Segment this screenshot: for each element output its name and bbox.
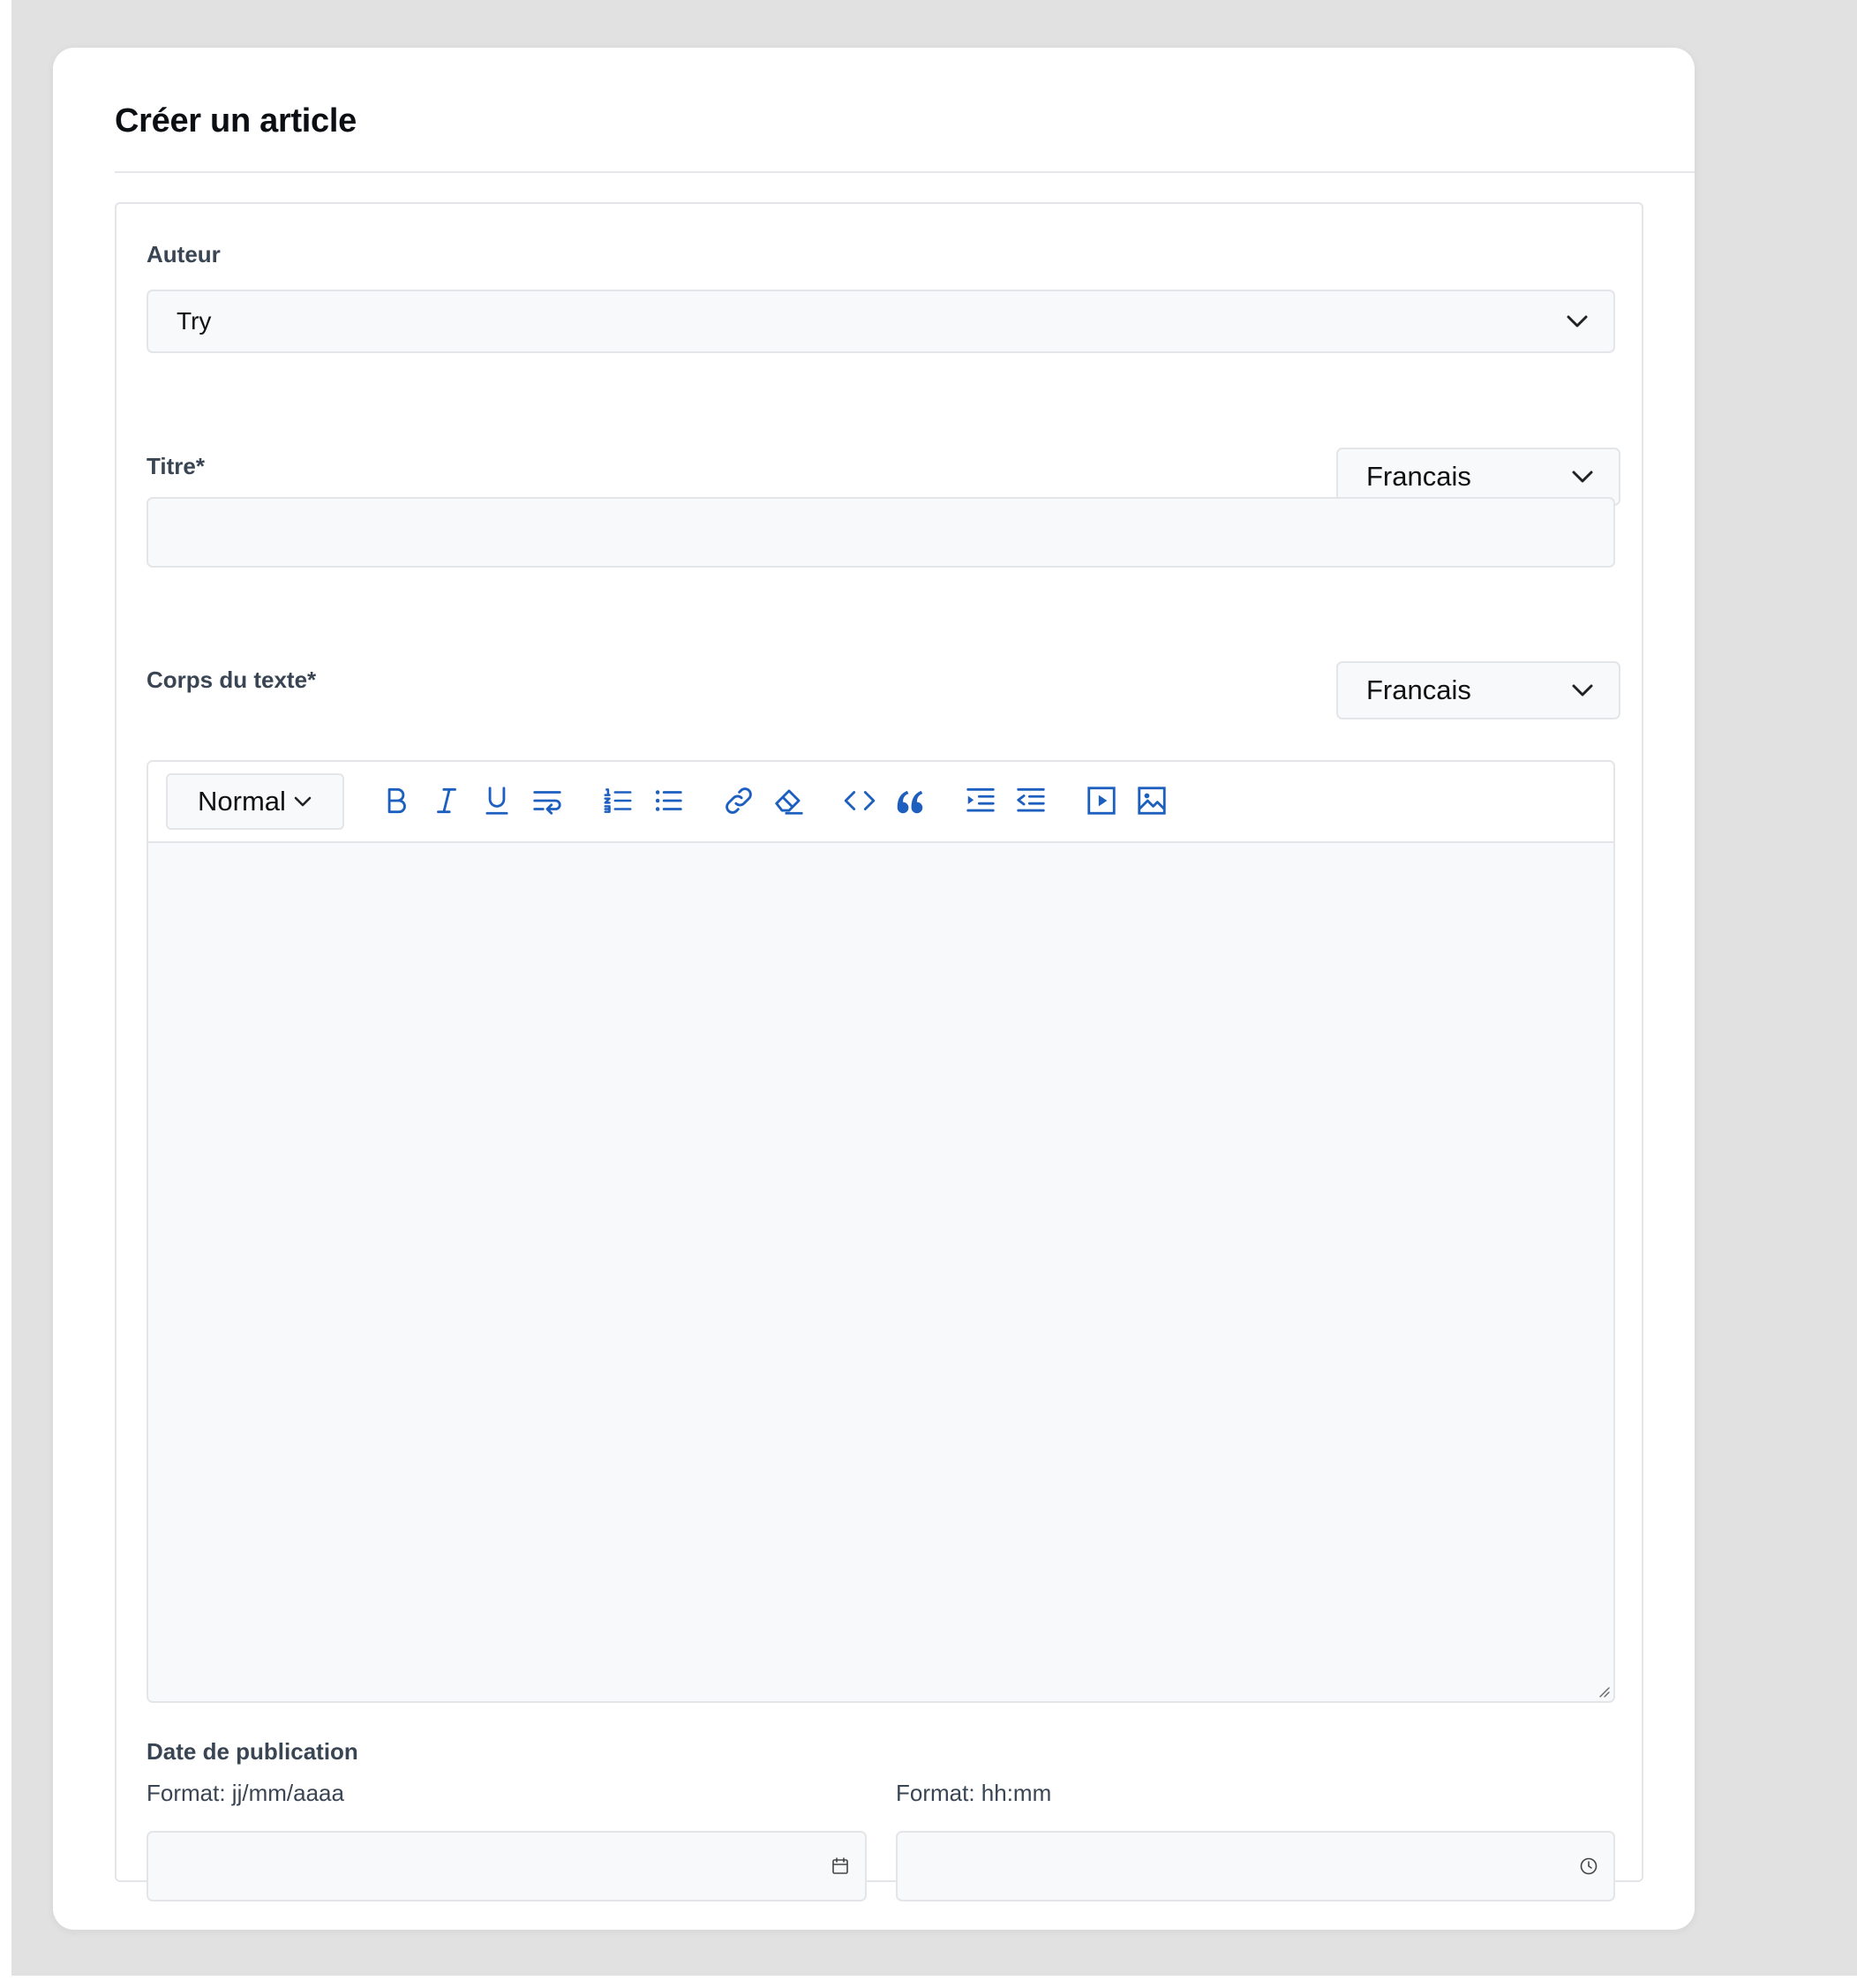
text-wrap-icon	[533, 791, 561, 815]
date-format-hint: Format: jj/mm/aaaa	[147, 1780, 344, 1806]
rich-text-editor: Normal	[147, 760, 1615, 1703]
paragraph-format-value: Normal	[198, 786, 286, 817]
outdent-icon	[1017, 787, 1045, 812]
chevron-down-icon	[1572, 471, 1593, 483]
link-icon	[726, 787, 752, 814]
text-wrap-button[interactable]	[526, 779, 568, 822]
image-button[interactable]	[1131, 779, 1173, 822]
publication-time-input[interactable]	[896, 1831, 1615, 1901]
clock-icon[interactable]	[1578, 1856, 1599, 1877]
underline-icon	[485, 787, 508, 815]
chevron-down-icon	[294, 796, 312, 807]
publication-label: Date de publication	[147, 1738, 358, 1765]
body-language-value: Francais	[1366, 674, 1471, 705]
page-title: Créer un article	[115, 102, 357, 139]
code-icon	[844, 791, 876, 810]
chevron-down-icon	[1567, 315, 1588, 328]
italic-button[interactable]	[425, 779, 468, 822]
ordered-list-button[interactable]	[597, 779, 639, 822]
underline-button[interactable]	[476, 779, 518, 822]
image-icon	[1138, 787, 1166, 815]
resize-handle-icon[interactable]	[1596, 1683, 1610, 1698]
ordered-list-icon	[604, 788, 632, 813]
title-label: Titre*	[147, 453, 205, 479]
quote-button[interactable]	[889, 779, 931, 822]
title-divider	[115, 171, 1695, 173]
bullet-list-button[interactable]	[647, 779, 689, 822]
quote-icon	[897, 790, 923, 814]
indent-button[interactable]	[959, 779, 1002, 822]
body-language-select[interactable]: Francais	[1336, 661, 1620, 719]
time-format-hint: Format: hh:mm	[896, 1780, 1052, 1806]
title-input[interactable]	[147, 497, 1615, 568]
outdent-button[interactable]	[1010, 779, 1052, 822]
editor-text-area[interactable]	[148, 843, 1613, 1701]
article-card: Créer un article Auteur Try Francais Tit…	[53, 48, 1695, 1930]
chevron-down-icon	[1572, 684, 1593, 697]
video-button[interactable]	[1080, 779, 1123, 822]
body-label: Corps du texte*	[147, 666, 317, 693]
author-label: Auteur	[147, 241, 221, 267]
author-select[interactable]: Try	[147, 290, 1615, 353]
indent-icon	[966, 787, 995, 812]
eraser-icon	[775, 789, 803, 815]
clear-format-button[interactable]	[768, 779, 810, 822]
italic-icon	[437, 787, 456, 814]
bullet-list-icon	[655, 790, 682, 811]
link-button[interactable]	[718, 779, 760, 822]
publication-date-input[interactable]	[147, 1831, 867, 1901]
bold-icon	[387, 787, 406, 814]
author-value: Try	[177, 307, 212, 335]
article-form: Auteur Try Francais Titre* Francais Corp…	[115, 202, 1643, 1901]
bold-button[interactable]	[375, 779, 417, 822]
video-icon	[1087, 787, 1116, 815]
calendar-icon[interactable]	[830, 1856, 851, 1877]
paragraph-format-select[interactable]: Normal	[166, 773, 344, 830]
code-button[interactable]	[838, 779, 881, 822]
title-language-value: Francais	[1366, 461, 1471, 492]
editor-toolbar: Normal	[148, 762, 1613, 843]
